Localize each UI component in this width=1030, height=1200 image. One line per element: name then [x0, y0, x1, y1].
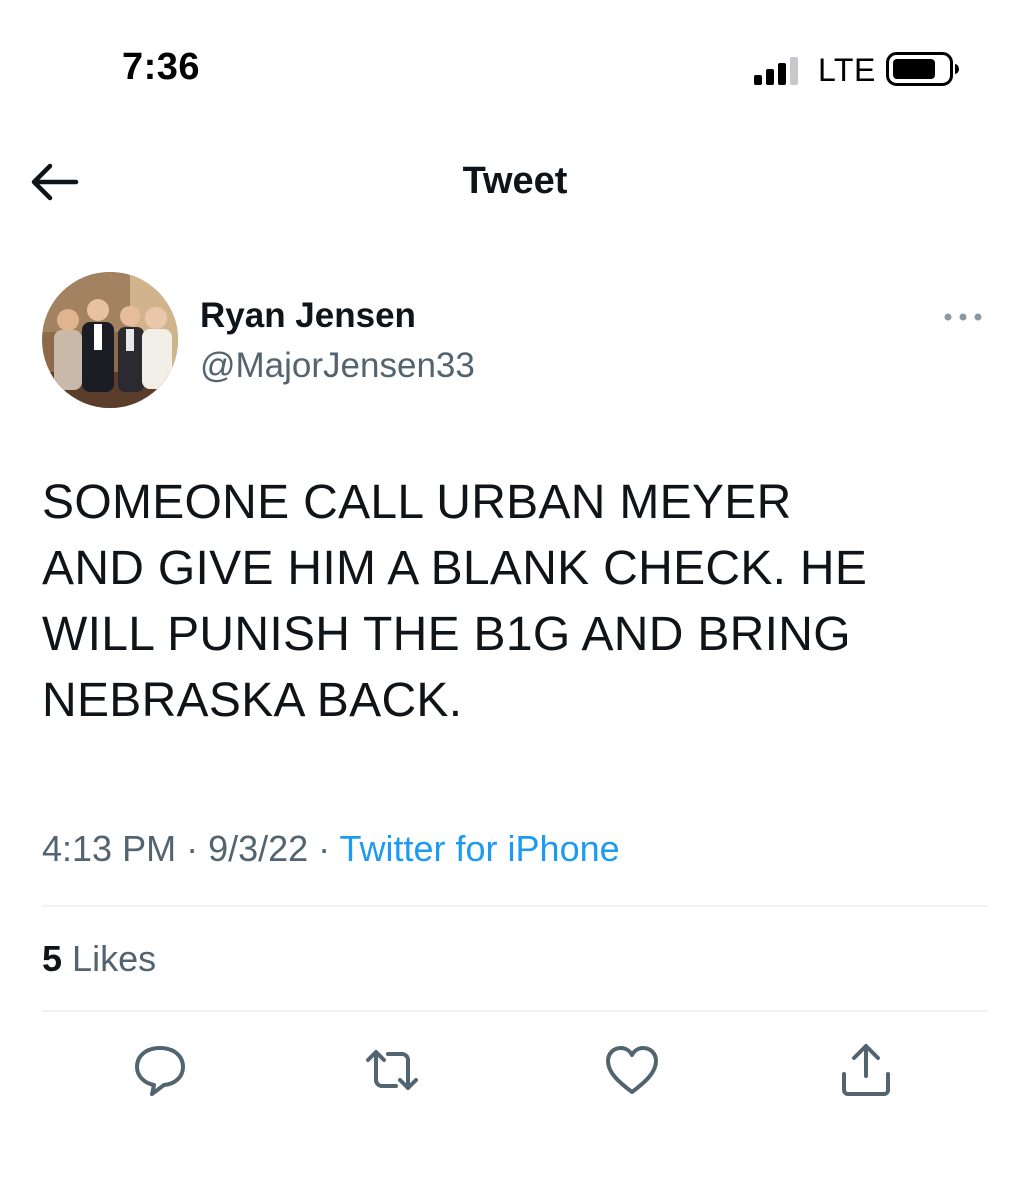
likes-number: 5 — [42, 938, 63, 979]
tweet-source-link[interactable]: Twitter for iPhone — [340, 828, 620, 869]
more-dots-icon — [944, 313, 982, 321]
share-button[interactable] — [836, 1040, 896, 1100]
tweet-text: SOMEONE CALL URBAN MEYER AND GIVE HIM A … — [42, 476, 868, 727]
likes-label: Likes — [72, 938, 157, 979]
heart-icon — [606, 1046, 658, 1094]
author-display-name[interactable]: Ryan Jensen — [200, 296, 416, 336]
like-button[interactable] — [602, 1040, 662, 1100]
tweet-meta: 4:13 PM · 9/3/22 · Twitter for iPhone — [42, 828, 620, 870]
status-time: 7:36 — [122, 46, 201, 88]
tweet-detail-screen: 7:36 LTE Tweet Ryan Jensen @MajorJensen3… — [0, 0, 1030, 1200]
more-options-button[interactable] — [940, 305, 986, 329]
reply-button[interactable] — [130, 1040, 190, 1100]
author-handle[interactable]: @MajorJensen33 — [200, 346, 475, 386]
meta-separator: · — [176, 828, 209, 869]
network-label: LTE — [818, 52, 876, 88]
likes-count[interactable]: 5 Likes — [42, 938, 156, 980]
divider — [42, 905, 988, 907]
signal-icon — [754, 57, 798, 85]
battery-icon — [886, 52, 959, 86]
page-title: Tweet — [462, 160, 568, 202]
divider — [42, 1010, 988, 1012]
meta-separator: · — [308, 828, 340, 869]
retweet-button[interactable] — [362, 1040, 422, 1100]
tweet-time: 4:13 PM — [42, 828, 177, 869]
tweet-date: 9/3/22 — [208, 828, 309, 869]
avatar[interactable] — [42, 272, 178, 408]
avatar-photo — [42, 272, 178, 408]
reply-icon — [135, 1046, 185, 1096]
retweet-icon — [366, 1050, 418, 1090]
share-icon — [842, 1044, 890, 1096]
